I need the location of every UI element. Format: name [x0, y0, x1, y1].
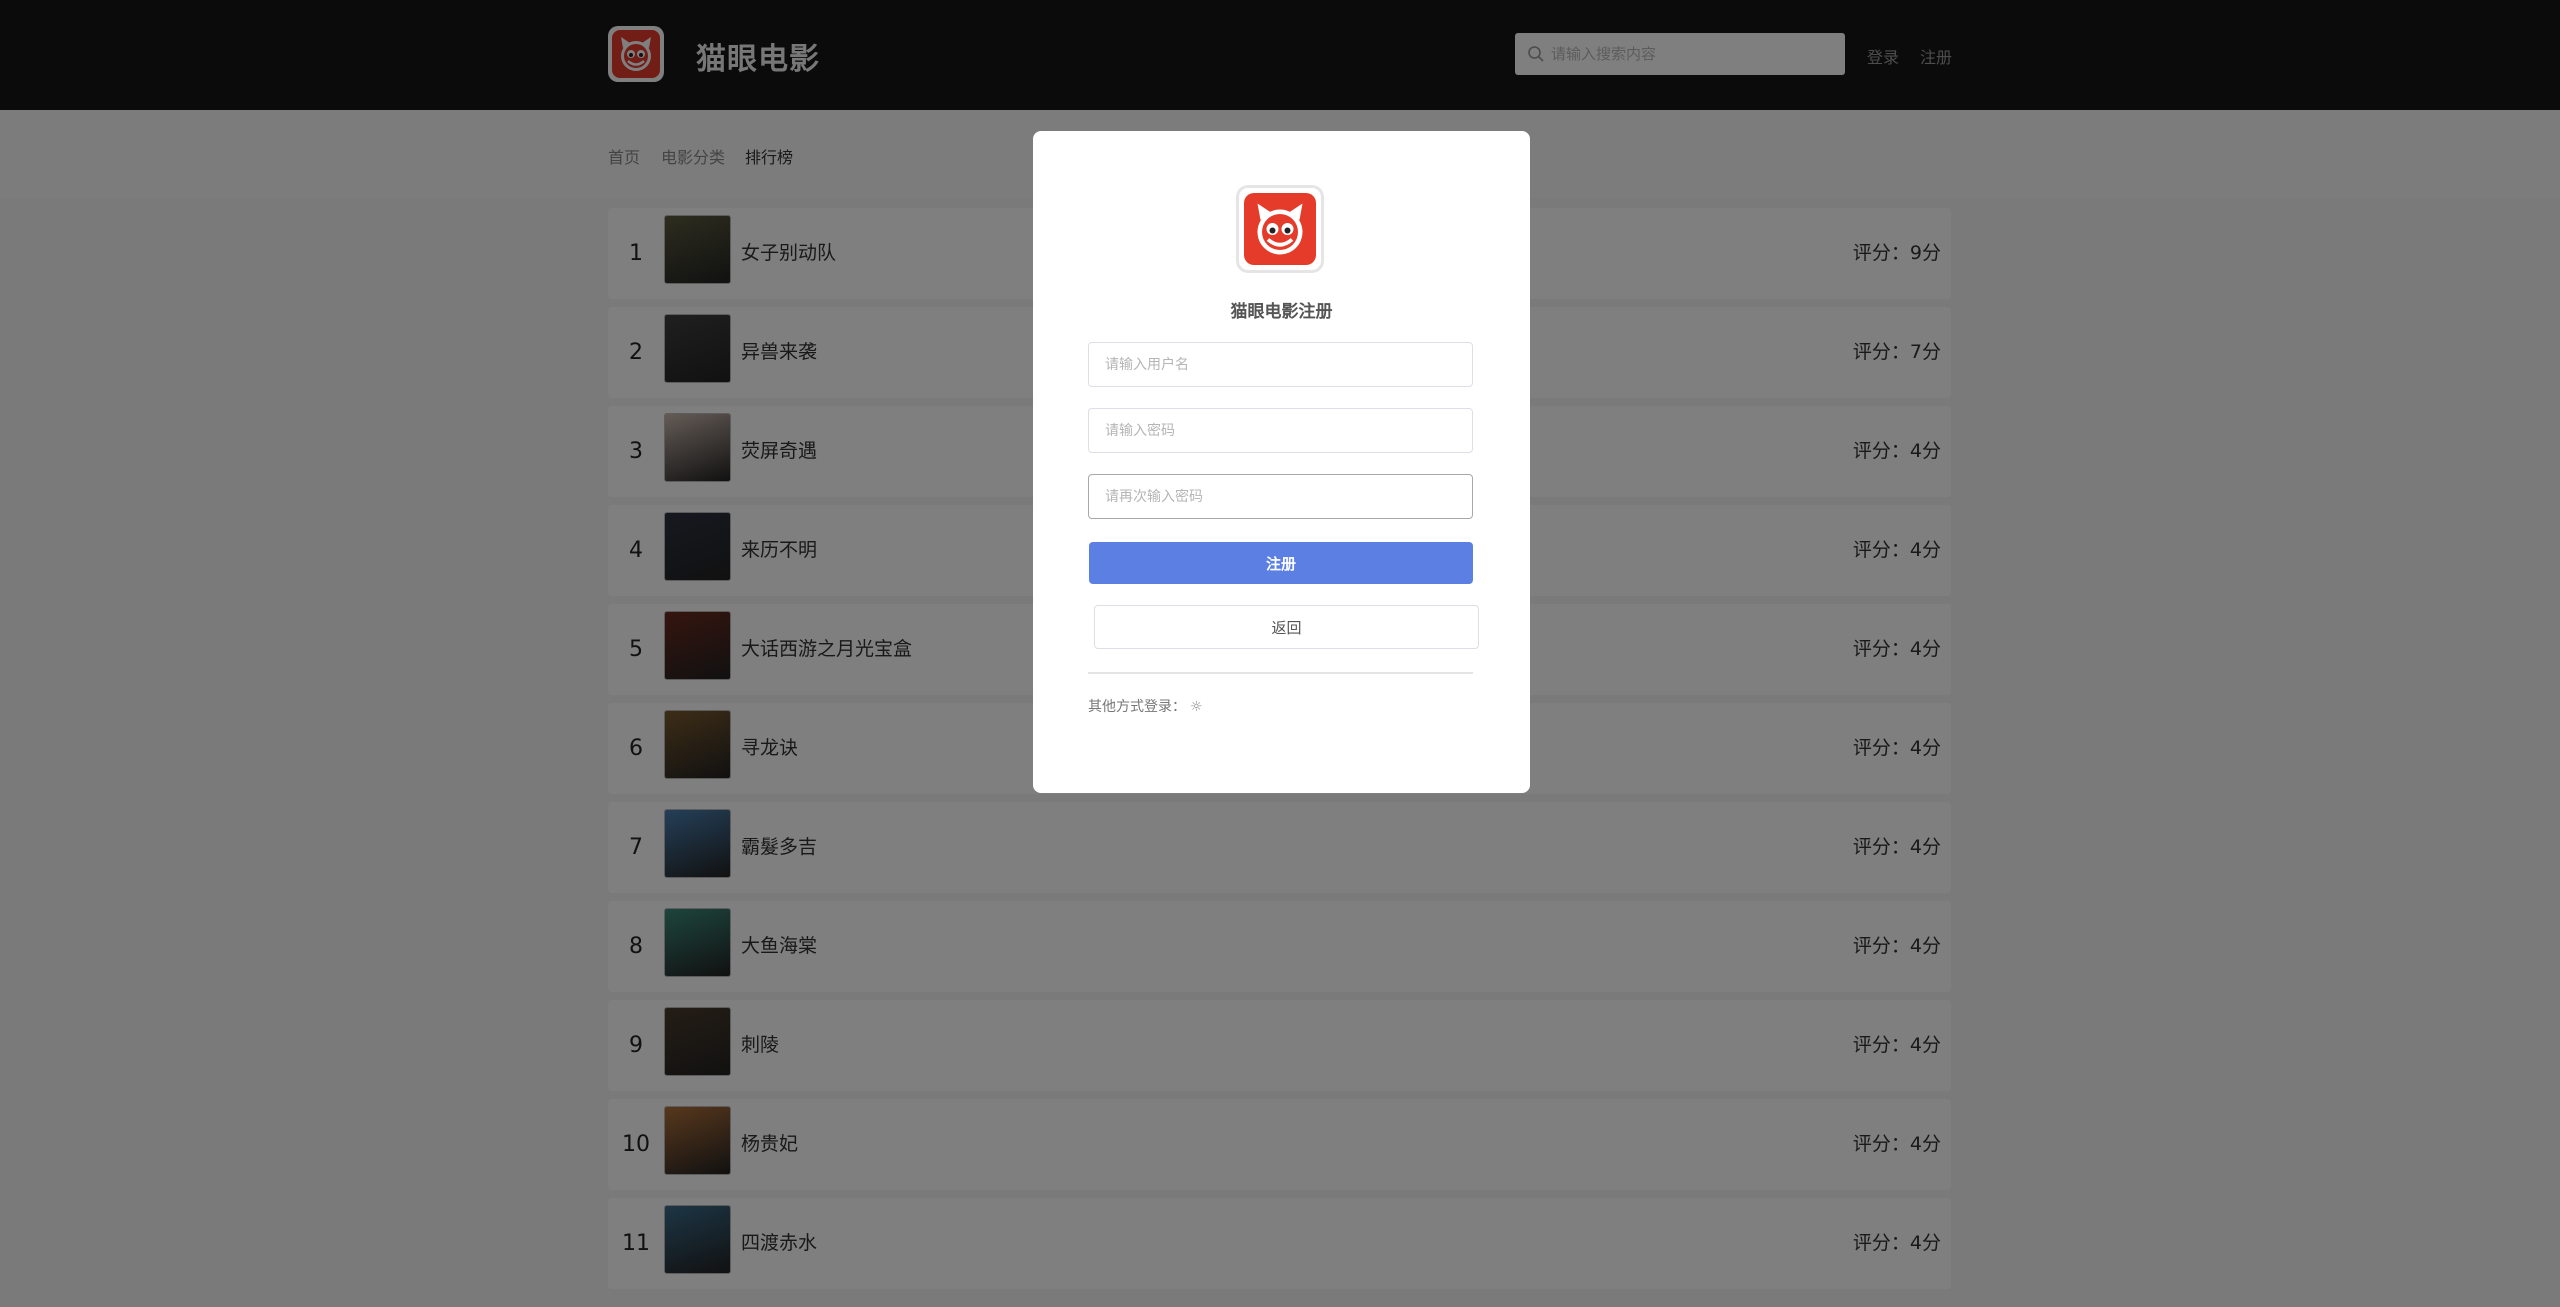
confirm-password-field[interactable] — [1088, 474, 1473, 519]
register-modal: 猫眼电影注册 注册 返回 其他方式登录：☼ — [1033, 131, 1530, 793]
modal-title: 猫眼电影注册 — [1230, 302, 1333, 322]
divider — [1088, 672, 1473, 674]
other-login: 其他方式登录： ☼ — [1088, 696, 1203, 716]
back-button[interactable]: 返回 — [1094, 605, 1479, 649]
username-field[interactable] — [1088, 342, 1473, 387]
register-button[interactable]: 注册 — [1089, 542, 1473, 584]
other-login-label: 其他方式登录： — [1088, 699, 1186, 715]
sun-icon[interactable]: ☼ — [1190, 699, 1203, 715]
password-field[interactable] — [1088, 408, 1473, 453]
cat-logo-icon — [1236, 185, 1324, 273]
